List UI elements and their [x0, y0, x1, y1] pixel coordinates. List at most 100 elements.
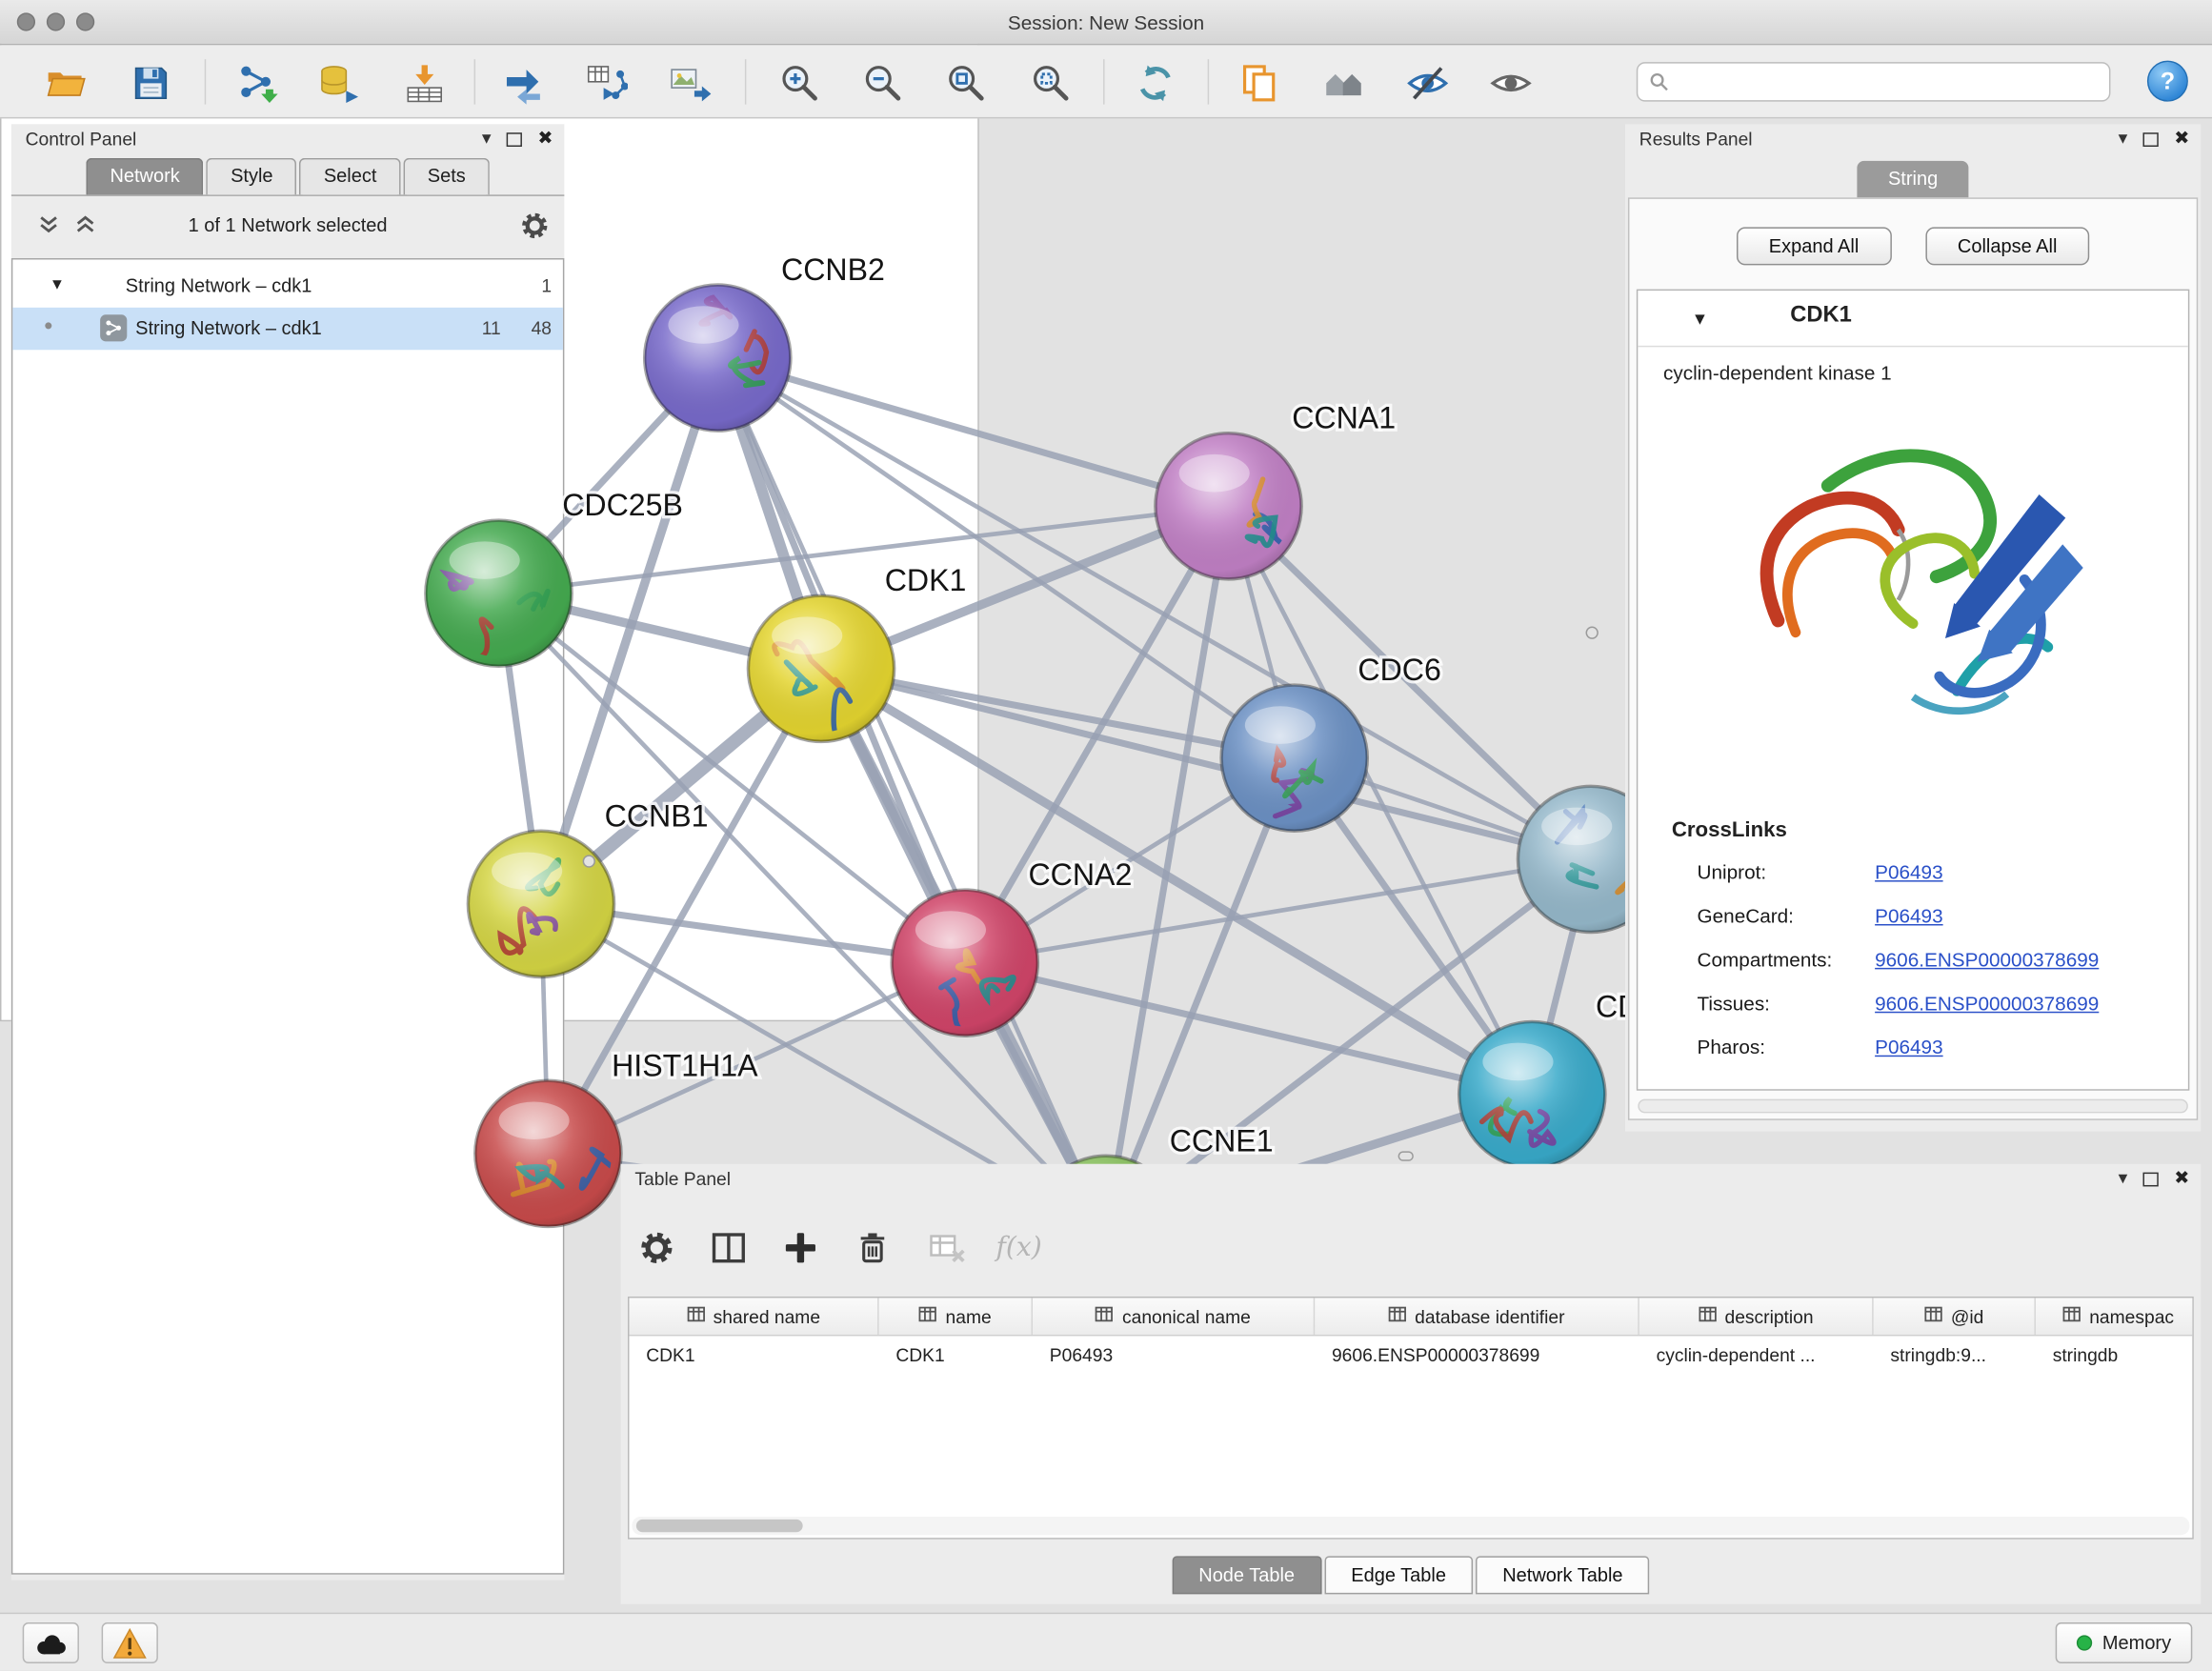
table-cell: stringdb: [2036, 1344, 2194, 1365]
panel-close-icon[interactable]: ✖: [2174, 129, 2189, 149]
network-edge[interactable]: [965, 963, 1533, 1095]
table-cell: 9606.ENSP00000378699: [1315, 1344, 1639, 1365]
network-edge[interactable]: [717, 358, 1228, 507]
crosslink-row: Uniprot: P06493: [1638, 852, 2188, 896]
crosslink-label: Uniprot:: [1698, 860, 1767, 883]
network-node-CCNA1[interactable]: CCNA1: [1156, 401, 1396, 579]
crosslink-link[interactable]: P06493: [1875, 1036, 1942, 1058]
column-header-@id[interactable]: @id: [1874, 1298, 2036, 1335]
column-header-canonical-name[interactable]: canonical name: [1033, 1298, 1315, 1335]
panel-float-icon[interactable]: [2143, 1173, 2159, 1187]
delete-column-trash-icon[interactable]: [854, 1229, 893, 1268]
crosslink-row: Pharos: P06493: [1638, 1027, 2188, 1071]
node-table: shared namenamecanonical namedatabase id…: [628, 1297, 2194, 1540]
table-cell: CDK1: [879, 1344, 1033, 1365]
crosslink-link[interactable]: 9606.ENSP00000378699: [1875, 992, 2099, 1015]
column-icon: [687, 1305, 705, 1328]
collapse-all-button[interactable]: Collapse All: [1925, 227, 2090, 265]
column-header-shared-name[interactable]: shared name: [629, 1298, 878, 1335]
right-splitter-handle[interactable]: [1586, 627, 1599, 639]
status-bar: Memory: [0, 1613, 2212, 1671]
select-columns-icon[interactable]: [710, 1229, 749, 1268]
crosslink-label: Pharos:: [1698, 1036, 1765, 1058]
protein-structure-image: [1737, 404, 2089, 771]
crosslinks-list: Uniprot: P06493 GeneCard: P06493 Compartment…: [1638, 852, 2188, 1071]
crosslink-link[interactable]: 9606.ENSP00000378699: [1875, 948, 2099, 971]
memory-button[interactable]: Memory: [2056, 1622, 2192, 1663]
column-icon: [1698, 1305, 1716, 1328]
crosslink-link[interactable]: P06493: [1875, 904, 1942, 927]
results-panel: Results Panel ▾ ✖ String Expand All Coll…: [1625, 124, 2201, 1131]
results-scrollbar[interactable]: [1638, 1099, 2188, 1114]
results-panel-title: Results Panel: [1639, 129, 1753, 150]
application-window: Session: New Session: [0, 0, 2212, 1670]
node-label: CCNA2: [1028, 857, 1132, 892]
tab-edge-table[interactable]: Edge Table: [1324, 1556, 1473, 1594]
table-row[interactable]: CDK1CDK1P064939606.ENSP00000378699cyclin…: [629, 1336, 2192, 1373]
table-panel: Table Panel ▾ ✖ f(x): [621, 1164, 2202, 1604]
column-header-name[interactable]: name: [879, 1298, 1033, 1335]
add-column-icon[interactable]: [781, 1229, 820, 1268]
bottom-splitter-handle[interactable]: [1398, 1151, 1414, 1160]
table-panel-tabs: Node TableEdge TableNetwork Table: [621, 1556, 2202, 1594]
node-label: CCNE1: [1170, 1123, 1274, 1158]
panel-close-icon[interactable]: ✖: [2174, 1168, 2189, 1188]
table-gear-icon[interactable]: [637, 1229, 676, 1268]
tab-network-table[interactable]: Network Table: [1476, 1556, 1650, 1594]
network-node-CDC6[interactable]: CDC6: [1221, 653, 1441, 831]
table-cell: P06493: [1033, 1344, 1315, 1365]
table-header-row: shared namenamecanonical namedatabase id…: [629, 1298, 2192, 1336]
node-label: CDC6: [1357, 653, 1440, 687]
crosslink-link[interactable]: P06493: [1875, 860, 1942, 883]
tab-string[interactable]: String: [1857, 161, 1968, 198]
string-entry: ▼ CDK1 cyclin-dependent kinase 1: [1637, 290, 2190, 1091]
table-cell: CDK1: [629, 1344, 878, 1365]
network-node-CCNB2[interactable]: CCNB2: [645, 252, 885, 431]
gene-description: cyclin-dependent kinase 1: [1663, 361, 1892, 384]
memory-label: Memory: [2102, 1632, 2171, 1653]
panel-menu-icon[interactable]: ▾: [2119, 129, 2128, 149]
node-label: HIST1H1A: [612, 1048, 758, 1082]
panel-float-icon[interactable]: [2143, 132, 2159, 147]
table-panel-title: Table Panel: [634, 1168, 731, 1189]
network-edge[interactable]: [717, 358, 1106, 1229]
delete-table-icon-disabled: [928, 1229, 967, 1268]
panel-menu-icon[interactable]: ▾: [2119, 1168, 2128, 1188]
crosslink-row: Tissues: 9606.ENSP00000378699: [1638, 983, 2188, 1027]
memory-status-dot: [2077, 1635, 2092, 1650]
entry-disclosure-icon[interactable]: ▼: [1692, 309, 1709, 329]
table-cell: stringdb:9...: [1874, 1344, 2036, 1365]
node-label: CDK1: [885, 563, 967, 597]
column-header-namespac[interactable]: namespac: [2036, 1298, 2194, 1335]
warning-icon: [112, 1627, 147, 1659]
table-body: CDK1CDK1P064939606.ENSP00000378699cyclin…: [629, 1336, 2192, 1373]
crosslink-label: GeneCard:: [1698, 904, 1794, 927]
column-icon: [1388, 1305, 1406, 1328]
node-label: CDC25B: [562, 488, 683, 522]
cloud-icon: [33, 1630, 69, 1656]
crosslink-row: GeneCard: P06493: [1638, 896, 2188, 939]
node-label: CCNB2: [781, 252, 885, 287]
expand-all-button[interactable]: Expand All: [1737, 227, 1892, 265]
node-label: CCNA1: [1292, 401, 1396, 435]
cloud-button[interactable]: [23, 1622, 79, 1663]
crosslink-row: Compartments: 9606.ENSP00000378699: [1638, 939, 2188, 983]
column-icon: [918, 1305, 936, 1328]
crosslink-label: Compartments:: [1698, 948, 1833, 971]
column-header-database-identifier[interactable]: database identifier: [1315, 1298, 1639, 1335]
left-splitter-handle[interactable]: [583, 855, 595, 867]
table-cell: cyclin-dependent ...: [1639, 1344, 1874, 1365]
entry-header[interactable]: ▼ CDK1: [1638, 291, 2188, 347]
crosslink-label: Tissues:: [1698, 992, 1770, 1015]
node-label: CCNB1: [605, 798, 709, 833]
network-node-CDK1[interactable]: CDK1: [748, 563, 966, 742]
network-node-CCNB1[interactable]: CCNB1: [468, 798, 708, 976]
tab-node-table[interactable]: Node Table: [1172, 1556, 1321, 1594]
column-header-description[interactable]: description: [1639, 1298, 1874, 1335]
gene-title: CDK1: [1790, 303, 1852, 329]
crosslinks-heading: CrossLinks: [1672, 818, 1787, 842]
column-icon: [1096, 1305, 1114, 1328]
network-view: CCNB2CCNA1CDC25BCDK1CDC6RB1CCNB1CCNA2CDK…: [0, 0, 979, 1021]
table-horizontal-scrollbar[interactable]: [632, 1517, 2189, 1535]
warnings-button[interactable]: [102, 1622, 158, 1663]
